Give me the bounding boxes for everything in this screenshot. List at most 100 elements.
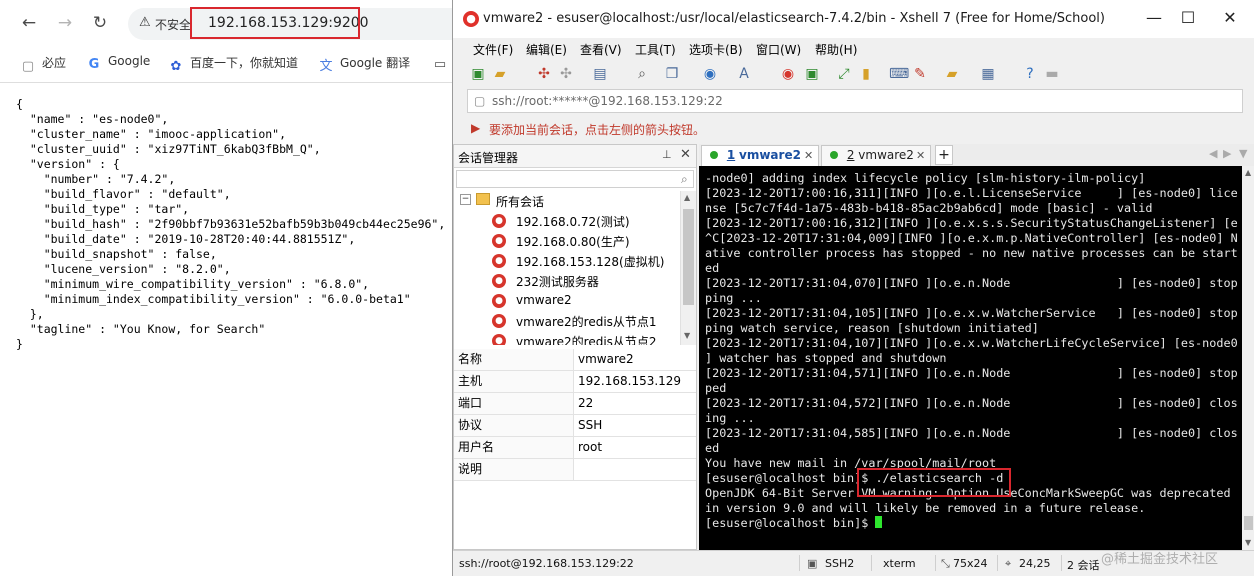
browser-window: ← → ↻ ⚠ 不安全 192.168.153.129:9200 ▢ 必应 G Go… — [0, 0, 452, 576]
browser-toolbar: ← → ↻ ⚠ 不安全 192.168.153.129:9200 — [0, 0, 452, 46]
highlight-icon[interactable]: ✎ — [911, 65, 929, 83]
terminal-scrollbar[interactable]: ▲ ▼ — [1242, 166, 1254, 550]
properties-icon[interactable]: ▤ — [591, 65, 609, 83]
close-icon[interactable]: ✕ — [1215, 7, 1245, 29]
copy-icon[interactable]: ❐ — [663, 65, 681, 83]
menu-tools[interactable]: 工具(T) — [635, 41, 676, 58]
tab-session-1[interactable]: 1 vmware2 ✕ — [701, 145, 819, 166]
tree-session-item[interactable]: ● 192.168.153.128(虚拟机) — [454, 251, 680, 271]
bookmark-bing[interactable]: ▢ 必应 — [20, 54, 66, 75]
folder-icon: ▭ — [433, 57, 447, 72]
terminal-line: in version 9.0 and will likely be remove… — [705, 501, 1146, 515]
minimize-icon[interactable]: — — [1139, 7, 1169, 29]
script-icon[interactable]: ▰ — [943, 65, 961, 83]
tab-session-2[interactable]: 2 vmware2 ✕ — [821, 145, 931, 166]
url-highlight-box — [190, 7, 360, 39]
bookmark-flag-icon[interactable]: ▶ — [471, 121, 480, 135]
terminal-output[interactable]: -node0] adding index lifecycle policy [s… — [699, 166, 1242, 550]
fullscreen-icon[interactable]: ⤢ — [835, 65, 853, 83]
terminal-line: -node0] adding index lifecycle policy [s… — [705, 171, 1146, 185]
xshell-app-icon: ● — [463, 11, 479, 27]
lock-icon[interactable]: ▮ — [857, 65, 875, 83]
command-highlight-box — [857, 468, 1011, 497]
terminal-cursor — [875, 516, 883, 528]
terminal-line: [2023-12-20T17:00:16,312][INFO ][o.e.x.s… — [705, 216, 1238, 230]
find-icon[interactable]: ⌕ — [633, 65, 651, 83]
terminal-line: ed — [705, 261, 720, 275]
scrollbar-thumb[interactable] — [683, 209, 694, 305]
pin-icon[interactable]: ⊥ — [662, 148, 672, 161]
tree-session-item[interactable]: ● 192.168.0.80(生产) — [454, 231, 680, 251]
title-bar: ● vmware2 - esuser@localhost:/usr/local/… — [453, 0, 1254, 38]
tree-session-item[interactable]: ● vmware2的redis从节点1 — [454, 311, 680, 331]
status-cursor-position: 24,25 — [1019, 557, 1051, 570]
terminal-line: nse [5c7c7f4d-1a75-483b-b418-85ac2b9ab6c… — [705, 201, 1153, 215]
open-folder-icon[interactable]: ▰ — [491, 65, 509, 83]
bookmark-google[interactable]: G Google — [86, 54, 151, 73]
tree-session-item[interactable]: ● 232测试服务器 — [454, 271, 680, 291]
help-icon[interactable]: ? — [1021, 65, 1039, 83]
new-tab-button[interactable]: + — [935, 145, 953, 165]
session-address-bar[interactable]: ▢ ssh://root:******@192.168.153.129:22 — [467, 89, 1243, 113]
status-divider — [871, 555, 872, 571]
disconnect-icon[interactable]: ✣ — [557, 65, 575, 83]
tree-session-item[interactable]: ● vmware2的redis从节点2 — [454, 331, 680, 345]
scroll-up-icon[interactable]: ▲ — [684, 193, 690, 202]
tab-close-icon[interactable]: ✕ — [916, 146, 925, 165]
bookmark-google-translate[interactable]: 文 Google 翻译 — [318, 54, 410, 75]
terminal-line: [2023-12-20T17:31:04,070][INFO ][o.e.n.N… — [705, 276, 1238, 290]
toolbar: ▣ ▰ ✣ ✣ ▤ ⌕ ❐ ◉ A ◉ ▣ ⤢ ▮ ⌨ ✎ ▰ ▦ ? ▬ — [453, 60, 1254, 88]
tab-list-icon[interactable]: ▼ — [1239, 147, 1247, 160]
bookmark-baidu[interactable]: ✿ 百度一下，你就知道 — [168, 54, 298, 75]
scroll-down-icon[interactable]: ▼ — [684, 331, 690, 340]
reload-icon[interactable]: ↻ — [89, 12, 111, 34]
menu-help[interactable]: 帮助(H) — [815, 41, 857, 58]
google-icon: G — [88, 57, 100, 72]
tree-session-item[interactable]: ● 192.168.0.72(测试) — [454, 211, 680, 231]
security-label: 不安全 — [155, 18, 192, 32]
tree-folder-all-sessions[interactable]: − 所有会话 — [454, 191, 680, 211]
menu-window[interactable]: 窗口(W) — [756, 41, 801, 58]
xshell-icon[interactable]: ◉ — [779, 65, 797, 83]
back-arrow-icon[interactable]: ← — [18, 12, 40, 34]
bookmarks-bar: ▢ 必应 G Google ✿ 百度一下，你就知道 文 Google 翻译 ▭ — [0, 46, 452, 83]
globe-icon[interactable]: ◉ — [701, 65, 719, 83]
tab-close-icon[interactable]: ✕ — [804, 146, 813, 165]
scroll-up-icon[interactable]: ▲ — [1245, 168, 1251, 177]
tree-session-item[interactable]: ● vmware2 — [454, 291, 680, 311]
bookmark-folder[interactable]: ▭ — [432, 54, 452, 73]
keyboard-icon[interactable]: ⌨ — [889, 65, 909, 83]
tab-prev-icon[interactable]: ◀ — [1209, 147, 1217, 160]
hint-bar: ▶ 要添加当前会话，点击左侧的箭头按钮。 — [467, 118, 1243, 140]
layout-icon[interactable]: ▦ — [979, 65, 997, 83]
session-icon: ● — [492, 214, 506, 228]
scroll-down-icon[interactable]: ▼ — [1245, 538, 1251, 547]
forward-arrow-icon[interactable]: → — [54, 12, 76, 34]
session-tree-scrollbar[interactable]: ▲ ▼ — [680, 191, 696, 345]
session-search-input[interactable]: ⌕ — [456, 170, 694, 188]
chat-icon[interactable]: ▬ — [1043, 65, 1061, 83]
tab-next-icon[interactable]: ▶ — [1223, 147, 1231, 160]
font-icon[interactable]: A — [735, 65, 753, 83]
maximize-icon[interactable]: ☐ — [1173, 7, 1203, 29]
menu-file[interactable]: 文件(F) — [473, 41, 513, 58]
connected-status-icon — [830, 151, 838, 159]
terminal-line: ^C[2023-12-20T17:31:04,009][INFO ][o.e.x… — [705, 231, 1238, 245]
new-session-icon[interactable]: ▣ — [469, 65, 487, 83]
scrollbar-thumb[interactable] — [1244, 516, 1253, 530]
session-address[interactable]: ssh://root:******@192.168.153.129:22 — [492, 94, 723, 108]
connect-icon[interactable]: ✣ — [535, 65, 553, 83]
xftp-icon[interactable]: ▣ — [803, 65, 821, 83]
menu-edit[interactable]: 编辑(E) — [526, 41, 567, 58]
session-icon: ● — [492, 314, 506, 328]
collapse-toggle-icon[interactable]: − — [460, 194, 471, 205]
watermark: @稀土掘金技术社区 — [1101, 552, 1219, 567]
terminal-line: [2023-12-20T17:31:04,107][INFO ][o.e.x.w… — [705, 336, 1238, 350]
terminal-line: ed — [705, 441, 720, 455]
panel-close-icon[interactable]: ✕ — [680, 147, 691, 162]
status-divider — [1061, 555, 1062, 571]
menu-view[interactable]: 查看(V) — [580, 41, 622, 58]
property-row: 名称 vmware2 — [454, 349, 696, 371]
status-protocol: SSH2 — [825, 557, 855, 570]
menu-tabs[interactable]: 选项卡(B) — [689, 41, 743, 58]
